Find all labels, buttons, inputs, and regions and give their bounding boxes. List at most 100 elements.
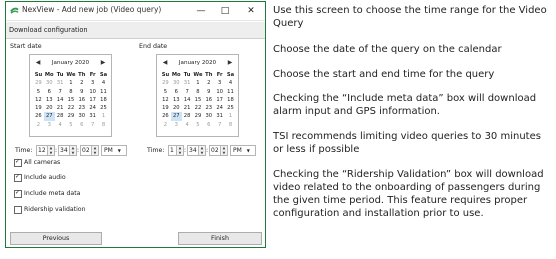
calendar-day[interactable]: 7 <box>182 88 193 96</box>
calendar-day[interactable]: 20 <box>44 104 55 112</box>
calendar-day[interactable]: 1 <box>66 79 77 87</box>
calendar-day[interactable]: 29 <box>160 79 171 87</box>
finish-button[interactable]: Finish <box>178 232 262 245</box>
calendar-day[interactable]: 4 <box>225 79 236 87</box>
calendar-day[interactable]: 29 <box>193 112 204 120</box>
end-ampm-select[interactable]: PM ▼ <box>230 145 256 156</box>
calendar-day[interactable]: 18 <box>225 96 236 104</box>
calendar-day[interactable]: 14 <box>55 96 66 104</box>
include-meta-data-checkbox[interactable] <box>14 189 22 198</box>
calendar-day[interactable]: 6 <box>44 88 55 96</box>
calendar-day[interactable]: 1 <box>225 112 236 120</box>
calendar-day[interactable]: 2 <box>33 121 44 129</box>
calendar-day[interactable]: 25 <box>225 104 236 112</box>
calendar-day[interactable]: 13 <box>44 96 55 104</box>
end-hour-spinner[interactable]: ▲ ▼ <box>176 145 184 156</box>
calendar-day[interactable]: 4 <box>98 79 109 87</box>
calendar-day[interactable]: 8 <box>225 121 236 129</box>
calendar-day[interactable]: 5 <box>160 88 171 96</box>
calendar-day[interactable]: 17 <box>87 96 98 104</box>
calendar-day[interactable]: 3 <box>171 121 182 129</box>
calendar-day[interactable]: 6 <box>76 121 87 129</box>
start-second-spinner[interactable]: ▲ ▼ <box>91 145 99 156</box>
calendar-day[interactable]: 27 <box>170 112 182 121</box>
calendar-day[interactable]: 8 <box>98 121 109 129</box>
close-button[interactable]: ✕ <box>240 4 262 18</box>
calendar-day[interactable]: 14 <box>182 96 193 104</box>
calendar-day[interactable]: 3 <box>44 121 55 129</box>
calendar-day[interactable]: 9 <box>203 88 214 96</box>
tab-download-configuration[interactable]: Download configuration <box>9 23 88 37</box>
calendar-day[interactable]: 10 <box>87 88 98 96</box>
calendar-day[interactable]: 12 <box>160 96 171 104</box>
calendar-day[interactable]: 30 <box>171 79 182 87</box>
calendar-day[interactable]: 20 <box>171 104 182 112</box>
calendar-day[interactable]: 31 <box>182 79 193 87</box>
calendar-day[interactable]: 15 <box>193 96 204 104</box>
calendar-day[interactable]: 2 <box>160 121 171 129</box>
calendar-day[interactable]: 13 <box>171 96 182 104</box>
calendar-day[interactable]: 15 <box>66 96 77 104</box>
calendar-day[interactable]: 29 <box>33 79 44 87</box>
end-minute-spinner[interactable]: ▲ ▼ <box>198 145 206 156</box>
calendar-day[interactable]: 31 <box>55 79 66 87</box>
calendar-day[interactable]: 4 <box>55 121 66 129</box>
chevron-right-icon[interactable]: ▶ <box>98 58 108 68</box>
chevron-right-icon[interactable]: ▶ <box>225 58 235 68</box>
calendar-day[interactable]: 24 <box>214 104 225 112</box>
calendar-day[interactable]: 3 <box>87 79 98 87</box>
calendar-day[interactable]: 28 <box>55 112 66 120</box>
calendar-day[interactable]: 17 <box>214 96 225 104</box>
calendar-day[interactable]: 8 <box>66 88 77 96</box>
calendar-day[interactable]: 8 <box>193 88 204 96</box>
start-hour-spinner[interactable]: ▲ ▼ <box>47 145 55 156</box>
calendar-day[interactable]: 30 <box>76 112 87 120</box>
calendar-day[interactable]: 12 <box>33 96 44 104</box>
calendar-day[interactable]: 31 <box>214 112 225 120</box>
calendar-day[interactable]: 7 <box>55 88 66 96</box>
calendar-day[interactable]: 2 <box>76 79 87 87</box>
end-second-spinner[interactable]: ▲ ▼ <box>220 145 228 156</box>
calendar-day[interactable]: 4 <box>182 121 193 129</box>
calendar-day[interactable]: 28 <box>182 112 193 120</box>
calendar-day[interactable]: 19 <box>160 104 171 112</box>
calendar-day[interactable]: 1 <box>98 112 109 120</box>
calendar-day[interactable]: 10 <box>214 88 225 96</box>
calendar-day[interactable]: 5 <box>193 121 204 129</box>
calendar-day[interactable]: 21 <box>55 104 66 112</box>
calendar-day[interactable]: 31 <box>87 112 98 120</box>
calendar-day[interactable]: 21 <box>182 104 193 112</box>
include-audio-checkbox[interactable] <box>14 173 22 182</box>
calendar-day[interactable]: 2 <box>203 79 214 87</box>
minimize-button[interactable]: — <box>190 4 212 18</box>
calendar-day[interactable]: 9 <box>76 88 87 96</box>
calendar-day[interactable]: 22 <box>193 104 204 112</box>
calendar-day[interactable]: 29 <box>66 112 77 120</box>
calendar-day[interactable]: 27 <box>43 112 55 121</box>
calendar-day[interactable]: 25 <box>98 104 109 112</box>
calendar-day[interactable]: 11 <box>98 88 109 96</box>
ridership-validation-checkbox[interactable] <box>14 206 22 214</box>
calendar-day[interactable]: 7 <box>87 121 98 129</box>
previous-button[interactable]: Previous <box>10 232 102 245</box>
calendar-day[interactable]: 26 <box>160 112 171 120</box>
calendar-day[interactable]: 30 <box>203 112 214 120</box>
calendar-day[interactable]: 22 <box>66 104 77 112</box>
calendar-day[interactable]: 16 <box>76 96 87 104</box>
calendar-day[interactable]: 6 <box>171 88 182 96</box>
calendar-day[interactable]: 5 <box>33 88 44 96</box>
calendar-day[interactable]: 5 <box>66 121 77 129</box>
calendar-day[interactable]: 30 <box>44 79 55 87</box>
calendar-day[interactable]: 6 <box>203 121 214 129</box>
calendar-day[interactable]: 3 <box>214 79 225 87</box>
calendar-day[interactable]: 16 <box>203 96 214 104</box>
calendar-day[interactable]: 7 <box>214 121 225 129</box>
all-cameras-checkbox[interactable] <box>14 158 22 167</box>
calendar-day[interactable]: 1 <box>193 79 204 87</box>
start-minute-spinner[interactable]: ▲ ▼ <box>69 145 77 156</box>
calendar-day[interactable]: 11 <box>225 88 236 96</box>
start-ampm-select[interactable]: PM ▼ <box>101 145 127 156</box>
maximize-button[interactable]: □ <box>214 4 236 18</box>
calendar-day[interactable]: 18 <box>98 96 109 104</box>
calendar-day[interactable]: 19 <box>33 104 44 112</box>
